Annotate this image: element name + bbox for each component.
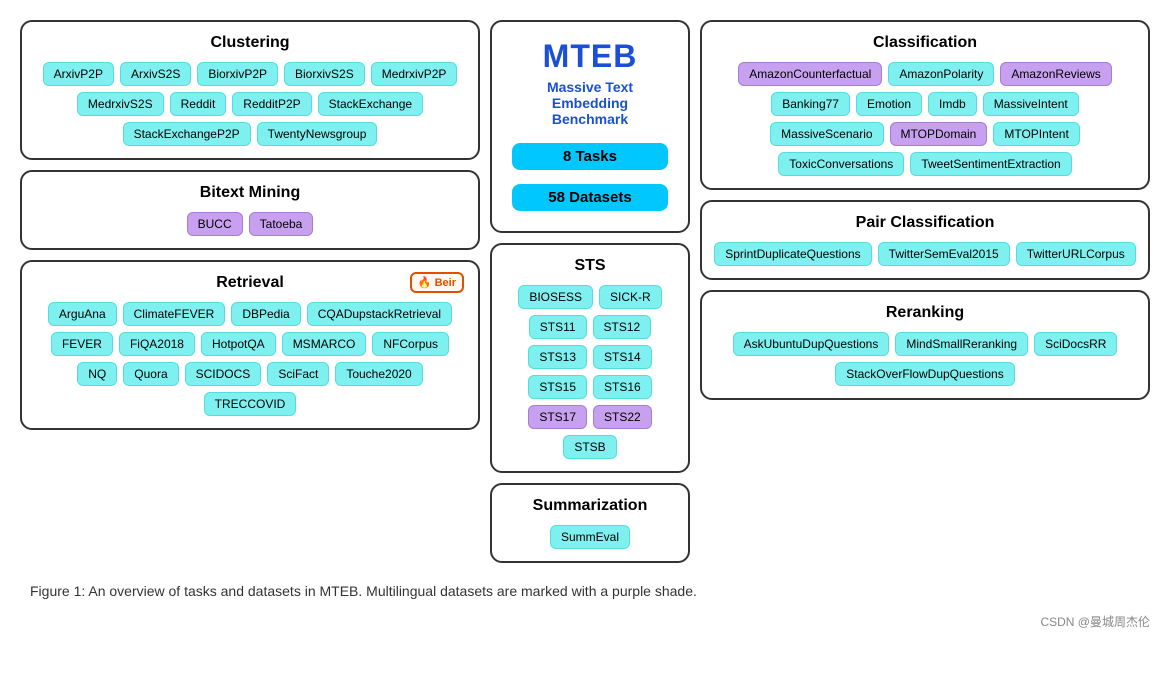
center-column: MTEB Massive TextEmbedding Benchmark 8 T… <box>490 20 690 563</box>
diagram-area: Clustering ArxivP2PArxivS2SBiorxivP2PBio… <box>20 20 1150 563</box>
tag-treccovid: TRECCOVID <box>204 392 297 416</box>
tag-summeval: SummEval <box>550 525 630 549</box>
tag-banking77: Banking77 <box>771 92 850 116</box>
beir-logo: 🔥 Beir <box>410 272 464 293</box>
bitext-mining-tags: BUCCTatoeba <box>34 212 466 236</box>
tag-emotion: Emotion <box>856 92 922 116</box>
tag-sts15: STS15 <box>528 375 587 399</box>
pair-classification-box: Pair Classification SprintDuplicateQuest… <box>700 200 1150 280</box>
tag-mtopdomain: MTOPDomain <box>890 122 988 146</box>
tag-amazonpolarity: AmazonPolarity <box>888 62 994 86</box>
tag-medrxivs2s: MedrxivS2S <box>77 92 164 116</box>
tag-scidocsrr: SciDocsRR <box>1034 332 1117 356</box>
tag-dbpedia: DBPedia <box>231 302 300 326</box>
tag-arguana: ArguAna <box>48 302 117 326</box>
pair-classification-tags: SprintDuplicateQuestions TwitterSemEval20… <box>714 242 1136 266</box>
sts-tags: BIOSESSSICK-RSTS11STS12STS13STS14STS15ST… <box>504 285 676 459</box>
tag-stackexchangep2p: StackExchangeP2P <box>123 122 251 146</box>
summarization-title: Summarization <box>504 497 676 515</box>
tag-mindsmallreranking: MindSmallReranking <box>895 332 1028 356</box>
tag-toxicconversations: ToxicConversations <box>778 152 904 176</box>
tag-reddit: Reddit <box>170 92 227 116</box>
tag-climatefever: ClimateFEVER <box>123 302 226 326</box>
sts-title: STS <box>504 257 676 275</box>
tag-medrxivp2p: MedrxivP2P <box>371 62 458 86</box>
mteb-subtitle: Massive TextEmbedding Benchmark <box>512 79 668 127</box>
tag-twentynewsgroup: TwentyNewsgroup <box>257 122 378 146</box>
tag-arxivp2p: ArxivP2P <box>43 62 114 86</box>
tag-massiveintent: MassiveIntent <box>983 92 1079 116</box>
tag-amazoncounterfactual: AmazonCounterfactual <box>738 62 882 86</box>
tag-amazonreviews: AmazonReviews <box>1000 62 1111 86</box>
tag-msmarco: MSMARCO <box>282 332 367 356</box>
tag-sts14: STS14 <box>593 345 652 369</box>
tag-sick-r: SICK-R <box>599 285 662 309</box>
tag-sprintduplicatequestions: SprintDuplicateQuestions <box>714 242 871 266</box>
tag-sts11: STS11 <box>529 315 587 339</box>
mteb-title: MTEB <box>512 38 668 75</box>
main-container: Clustering ArxivP2PArxivS2SBiorxivP2PBio… <box>20 20 1150 630</box>
sts-box: STS BIOSESSSICK-RSTS11STS12STS13STS14STS… <box>490 243 690 473</box>
right-column: Classification AmazonCounterfactualAmazo… <box>700 20 1150 400</box>
tag-mtopintent: MTOPIntent <box>993 122 1079 146</box>
tag-biorxivs2s: BiorxivS2S <box>284 62 365 86</box>
tag-scidocs: SCIDOCS <box>185 362 262 386</box>
left-column: Clustering ArxivP2PArxivS2SBiorxivP2PBio… <box>20 20 480 430</box>
tag-sts17: STS17 <box>528 405 587 429</box>
mteb-tasks-badge: 8 Tasks <box>512 143 668 170</box>
tag-biosess: BIOSESS <box>518 285 593 309</box>
tag-nfcorpus: NFCorpus <box>372 332 449 356</box>
tag-stackexchange: StackExchange <box>318 92 423 116</box>
classification-box: Classification AmazonCounterfactualAmazo… <box>700 20 1150 190</box>
retrieval-box: Retrieval 🔥 Beir ArguAnaClimateFEVERDBPe… <box>20 260 480 430</box>
tag-touche2020: Touche2020 <box>335 362 422 386</box>
tag-stackoverflowdupquestions: StackOverFlowDupQuestions <box>835 362 1014 386</box>
reranking-tags: AskUbuntuDupQuestionsMindSmallRerankingS… <box>714 332 1136 386</box>
tag-sts13: STS13 <box>528 345 587 369</box>
tag-scifact: SciFact <box>267 362 329 386</box>
tag-biorxivp2p: BiorxivP2P <box>197 62 278 86</box>
watermark: CSDN @曼城周杰伦 <box>20 613 1150 630</box>
mteb-datasets-badge: 58 Datasets <box>512 184 668 211</box>
clustering-tags: ArxivP2PArxivS2SBiorxivP2PBiorxivS2SMedr… <box>34 62 466 146</box>
mteb-box: MTEB Massive TextEmbedding Benchmark 8 T… <box>490 20 690 233</box>
tag-tweetsentimentextraction: TweetSentimentExtraction <box>910 152 1071 176</box>
clustering-box: Clustering ArxivP2PArxivS2SBiorxivP2PBio… <box>20 20 480 160</box>
tag-tatoeba: Tatoeba <box>249 212 314 236</box>
tag-twitterurlcorpus: TwitterURLCorpus <box>1016 242 1136 266</box>
reranking-box: Reranking AskUbuntuDupQuestionsMindSmall… <box>700 290 1150 400</box>
tag-twittersemeval2015: TwitterSemEval2015 <box>878 242 1010 266</box>
tag-arxivs2s: ArxivS2S <box>120 62 191 86</box>
beir-icon: 🔥 <box>418 277 432 289</box>
figure-caption: Figure 1: An overview of tasks and datas… <box>20 583 1150 599</box>
tag-massivescenario: MassiveScenario <box>770 122 883 146</box>
pair-classification-title: Pair Classification <box>714 214 1136 232</box>
tag-redditp2p: RedditP2P <box>232 92 311 116</box>
tag-nq: NQ <box>77 362 117 386</box>
tag-hotpotqa: HotpotQA <box>201 332 276 356</box>
retrieval-tags: ArguAnaClimateFEVERDBPedia CQADupstackRet… <box>34 302 466 416</box>
clustering-title: Clustering <box>34 34 466 52</box>
tag-cqadupstackretrieval: CQADupstackRetrieval <box>307 302 452 326</box>
summarization-box: Summarization SummEval <box>490 483 690 563</box>
tag-quora: Quora <box>123 362 178 386</box>
bitext-mining-box: Bitext Mining BUCCTatoeba <box>20 170 480 250</box>
tag-askubuntudupquestions: AskUbuntuDupQuestions <box>733 332 890 356</box>
tag-sts16: STS16 <box>593 375 652 399</box>
tag-fiqa2018: FiQA2018 <box>119 332 195 356</box>
tag-stsb: STSB <box>563 435 616 459</box>
classification-title: Classification <box>714 34 1136 52</box>
classification-tags: AmazonCounterfactualAmazonPolarityAmazon… <box>714 62 1136 176</box>
tag-fever: FEVER <box>51 332 113 356</box>
tag-sts12: STS12 <box>593 315 652 339</box>
summarization-tags: SummEval <box>504 525 676 549</box>
bitext-mining-title: Bitext Mining <box>34 184 466 202</box>
center-sts-sum: STS BIOSESSSICK-RSTS11STS12STS13STS14STS… <box>490 243 690 563</box>
reranking-title: Reranking <box>714 304 1136 322</box>
tag-imdb: Imdb <box>928 92 977 116</box>
retrieval-title: Retrieval <box>34 274 466 292</box>
tag-sts22: STS22 <box>593 405 652 429</box>
tag-bucc: BUCC <box>187 212 243 236</box>
